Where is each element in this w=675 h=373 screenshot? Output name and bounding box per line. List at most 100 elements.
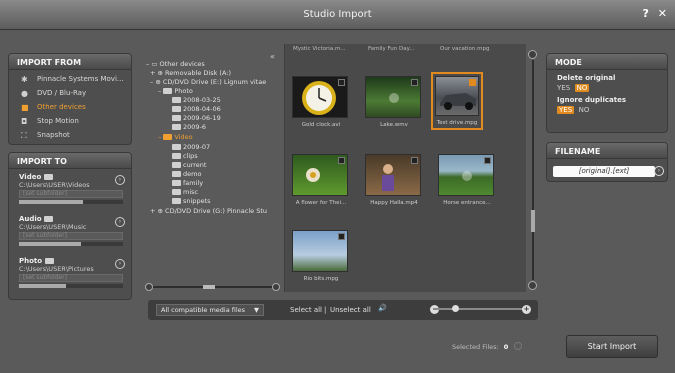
ignore-duplicates-yes[interactable]: YES — [557, 106, 575, 114]
browser-toolbar: All compatible media files ▼ Select all … — [148, 300, 538, 320]
subfolder-field[interactable]: [set subfolder] — [19, 190, 123, 198]
tree-expander[interactable]: – ▭ — [146, 60, 157, 68]
thumb-checkbox-checked[interactable] — [469, 79, 476, 86]
media-thumb[interactable]: A flower for Thei... — [292, 154, 350, 206]
storage-bar — [19, 200, 123, 204]
filename-pattern-field[interactable]: [original].[ext] — [553, 166, 655, 177]
folder-icon — [172, 171, 181, 177]
media-filter-dropdown[interactable]: All compatible media files ▼ — [156, 304, 264, 316]
delete-original-no[interactable]: NO — [574, 84, 590, 92]
thumb-checkbox[interactable] — [338, 157, 345, 164]
source-item-pinnacle[interactable]: ✱ Pinnacle Systems Movi... — [9, 73, 131, 87]
thumb-checkbox[interactable] — [411, 157, 418, 164]
select-all-link[interactable]: Select all — [290, 306, 322, 314]
unselect-all-link[interactable]: Unselect all — [330, 306, 371, 314]
tree-item[interactable]: – ▭ Other devices — [146, 60, 205, 68]
source-item-snapshot[interactable]: ⛶ Snapshot — [9, 129, 131, 143]
mode-heading: MODE — [547, 54, 667, 70]
media-thumb[interactable]: Lake.wmv — [365, 76, 423, 128]
help-icon[interactable]: ? — [643, 7, 649, 20]
tree-item[interactable]: – ⊕ CD/DVD Drive (E:) Lignum vitae — [150, 78, 266, 86]
tree-item-selected[interactable]: – Video — [158, 133, 193, 141]
tree-item[interactable]: misc — [172, 188, 198, 196]
speaker-icon[interactable]: 🔊 — [378, 304, 387, 312]
tree-item[interactable]: 2008-03-25 — [172, 96, 221, 104]
browse-arrow-icon[interactable]: › — [115, 175, 125, 185]
browse-arrow-icon[interactable]: › — [115, 259, 125, 269]
tree-item[interactable]: + ⊕ Removable Disk (A:) — [150, 69, 231, 77]
close-icon[interactable]: ✕ — [658, 7, 667, 20]
tree-item[interactable]: + ⊕ CD/DVD Drive (G:) Pinnacle Stu — [150, 207, 267, 215]
folder-icon — [172, 106, 181, 112]
grid-vertical-scrollbar[interactable] — [528, 50, 538, 290]
thumb-image — [438, 154, 494, 196]
source-label: Snapshot — [37, 131, 70, 139]
camera-icon: ◘ — [21, 117, 28, 126]
folder-icon — [172, 162, 181, 168]
media-thumb[interactable]: Rio bits.mpg — [292, 230, 350, 282]
source-item-dvd[interactable]: ● DVD / Blu-Ray — [9, 87, 131, 101]
tree-item[interactable]: 2009-6 — [172, 123, 206, 131]
tree-item[interactable]: clips — [172, 152, 198, 160]
thumb-checkbox[interactable] — [338, 233, 345, 240]
tree-item[interactable]: 2009-07 — [172, 143, 210, 151]
zoom-slider[interactable] — [433, 305, 526, 312]
thumb-checkbox[interactable] — [484, 157, 491, 164]
import-from-heading: IMPORT FROM — [9, 54, 131, 70]
tree-horizontal-scrollbar[interactable] — [145, 283, 280, 291]
tree-item[interactable]: snippets — [172, 197, 211, 205]
tree-item[interactable]: family — [172, 179, 203, 187]
ignore-duplicates-no[interactable]: NO — [579, 106, 590, 114]
media-thumb[interactable]: Gold clock.avi — [292, 76, 350, 128]
scroll-thumb[interactable] — [203, 285, 215, 289]
tree-item[interactable]: 2009-06-19 — [172, 114, 221, 122]
media-thumb[interactable]: Horse entrance... — [438, 154, 496, 206]
filename-arrow-icon[interactable]: › — [654, 166, 664, 176]
tree-expander[interactable]: – — [158, 87, 161, 95]
thumb-image — [292, 154, 348, 196]
tree-item[interactable]: – Photo — [158, 87, 193, 95]
tree-item[interactable]: current — [172, 161, 206, 169]
scroll-up-button[interactable] — [528, 50, 537, 59]
tree-item[interactable]: demo — [172, 170, 201, 178]
folder-icon — [44, 216, 54, 222]
subfolder-field[interactable]: [set subfolder] — [19, 274, 123, 282]
tree-expander[interactable]: + ⊕ — [150, 69, 163, 77]
source-label: Stop Motion — [37, 117, 79, 125]
source-item-stop-motion[interactable]: ◘ Stop Motion — [9, 115, 131, 129]
tree-label: 2009-6 — [183, 123, 207, 131]
scroll-left-button[interactable] — [145, 283, 153, 291]
subfolder-field[interactable]: [set subfolder] — [19, 232, 123, 240]
snapshot-icon: ⛶ — [21, 131, 27, 140]
browse-arrow-icon[interactable]: › — [115, 217, 125, 227]
tree-label: Removable Disk (A:) — [165, 69, 232, 77]
zoom-in-button[interactable]: + — [522, 305, 531, 314]
tree-label: misc — [183, 188, 199, 196]
scroll-thumb[interactable] — [531, 210, 535, 232]
scroll-right-button[interactable] — [272, 283, 280, 291]
info-icon — [514, 342, 523, 350]
tree-expander[interactable]: – ⊕ — [150, 78, 161, 86]
media-thumb[interactable]: Happy Halla.mp4 — [365, 154, 423, 206]
delete-original-yes[interactable]: YES — [557, 84, 570, 92]
destination-audio: Audio C:\Users\USER\Music [set subfolder… — [9, 211, 131, 253]
zoom-slider-knob[interactable] — [451, 305, 459, 312]
storage-bar-fill — [19, 242, 82, 246]
source-label: Pinnacle Systems Movi... — [37, 75, 124, 83]
tree-expander[interactable]: + ⊕ — [150, 207, 163, 215]
mode-panel: MODE Delete original YES NO Ignore dupli… — [546, 53, 668, 133]
source-item-other-devices[interactable]: ■ Other devices — [9, 101, 131, 115]
media-thumb-selected[interactable]: Test drive.mpg — [431, 72, 483, 130]
tree-expander[interactable]: – — [158, 133, 161, 141]
thumb-checkbox[interactable] — [411, 79, 418, 86]
folder-tree: – ▭ Other devices + ⊕ Removable Disk (A:… — [142, 48, 280, 284]
start-import-button[interactable]: Start Import — [566, 335, 658, 358]
tree-label: 2008-03-25 — [183, 96, 221, 104]
thumb-checkbox[interactable] — [338, 79, 345, 86]
selected-files-counter: Selected Files: 0 — [452, 342, 523, 351]
scroll-down-button[interactable] — [528, 281, 537, 290]
tree-item[interactable]: 2008-04-06 — [172, 105, 221, 113]
filename-panel: FILENAME [original].[ext] › — [546, 142, 668, 182]
thumb-caption: Mystic Victoria.m... — [293, 46, 346, 52]
tree-label: clips — [183, 152, 198, 160]
